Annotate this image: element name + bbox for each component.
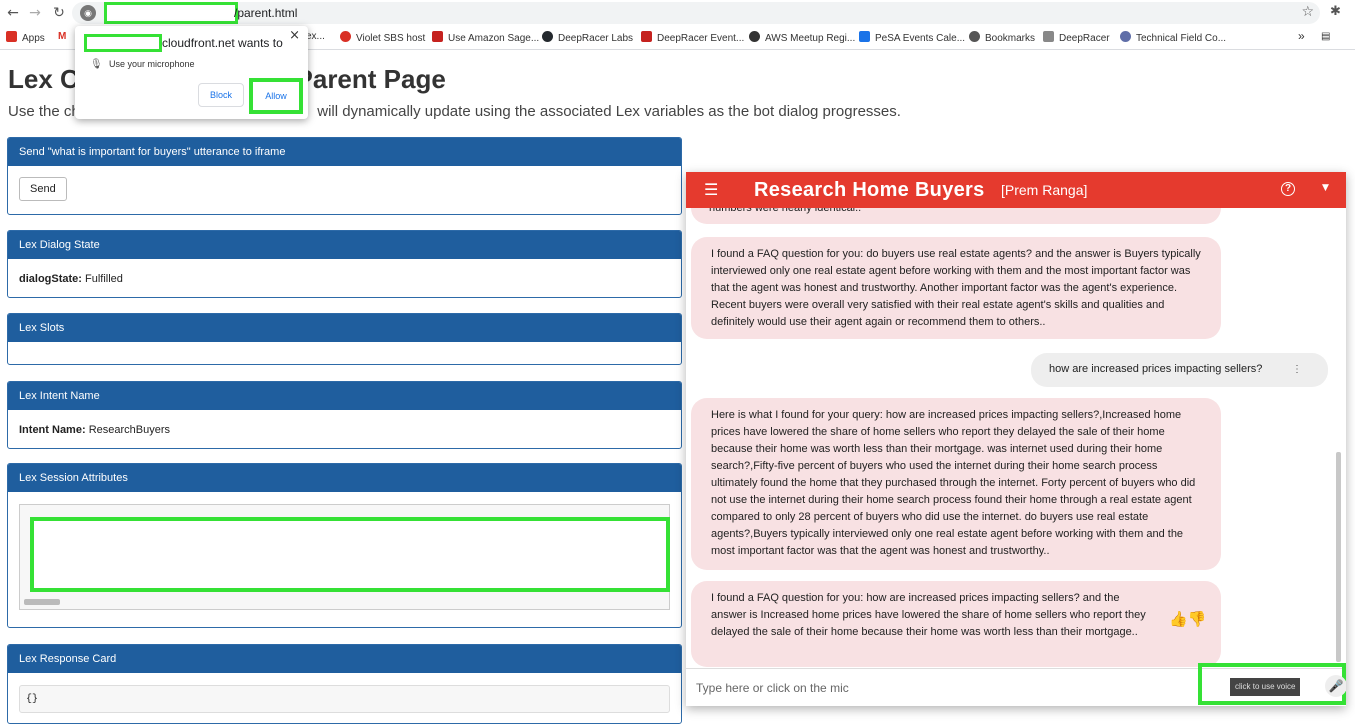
response-card-header: Lex Response Card: [8, 645, 681, 673]
reading-list-icon[interactable]: ▤: [1321, 31, 1330, 42]
bookmark-item[interactable]: PeSA Events Cale...: [859, 31, 965, 44]
chevron-down-icon[interactable]: ▼: [1322, 183, 1329, 193]
dialog-state-header: Lex Dialog State: [8, 231, 681, 259]
forward-icon[interactable]: →: [26, 4, 44, 22]
bot-message: I found a FAQ question for you: do buyer…: [691, 237, 1221, 339]
allow-button[interactable]: Allow: [257, 85, 295, 107]
bookmark-item[interactable]: DeepRacer Labs: [542, 31, 633, 44]
allow-highlight: Allow: [249, 78, 303, 114]
redacted-host: [84, 34, 162, 52]
gmail-icon[interactable]: M: [58, 31, 66, 42]
session-attributes-panel: Lex Session Attributes: [7, 463, 682, 628]
thumbs-down-icon[interactable]: 👎: [1188, 610, 1207, 628]
dialog-state-panel: Lex Dialog State dialogState: Fulfilled: [7, 230, 682, 298]
menu-icon[interactable]: ☰: [704, 180, 718, 199]
response-card-panel: Lex Response Card {}: [7, 644, 682, 724]
flag-icon: [641, 31, 652, 42]
dialog-state-key: dialogState:: [19, 273, 82, 285]
bookmark-item[interactable]: ex...: [306, 31, 325, 42]
bookmark-item[interactable]: Bookmarks: [969, 31, 1035, 44]
chat-input[interactable]: [696, 677, 1196, 699]
send-panel: Send "what is important for buyers" utte…: [7, 137, 682, 215]
session-attributes-textarea[interactable]: [19, 504, 670, 610]
voice-highlight: click to use voice 🎤: [1198, 663, 1346, 705]
bookmark-item[interactable]: Technical Field Co...: [1120, 31, 1226, 44]
microphone-permission-popup: cloudfront.net wants to × 🎙 Use your mic…: [75, 26, 308, 119]
chatbot-window: ☰ Research Home Buyers [Prem Ranga] ? ▼ …: [686, 172, 1346, 706]
site-info-icon[interactable]: ◉: [80, 5, 96, 21]
chat-scrollbar[interactable]: [1336, 452, 1341, 662]
chatbot-header: ☰ Research Home Buyers [Prem Ranga] ? ▼: [686, 172, 1346, 208]
block-button[interactable]: Block: [198, 83, 244, 107]
calendar-icon: [859, 31, 870, 42]
intent-header: Lex Intent Name: [8, 382, 681, 410]
bot-message: I found a FAQ question for you: how are …: [691, 581, 1221, 667]
chatbot-title: Research Home Buyers: [754, 179, 985, 201]
bookmark-folder[interactable]: DeepRacer: [1043, 31, 1110, 44]
microphone-icon[interactable]: 🎤: [1325, 675, 1346, 697]
permission-host-text: cloudfront.net wants to: [162, 36, 283, 50]
address-bar[interactable]: ◉ /parent.html ☆: [72, 2, 1320, 24]
bookmark-item[interactable]: DeepRacer Event...: [641, 31, 744, 44]
chat-input-bar: click to use voice 🎤: [686, 663, 1346, 706]
bookmark-item[interactable]: Violet SBS host: [340, 31, 425, 44]
feedback-icons: 👍👎: [1169, 611, 1206, 628]
thumbs-up-icon[interactable]: 👍: [1169, 610, 1188, 628]
folder-icon: [1043, 31, 1054, 42]
horizontal-scrollbar[interactable]: [24, 599, 60, 605]
github-icon: [542, 31, 553, 42]
intent-key: Intent Name:: [19, 424, 86, 436]
voice-tooltip: click to use voice: [1230, 678, 1301, 696]
meetup-icon: [749, 31, 760, 42]
more-options-icon[interactable]: ⋮: [1292, 361, 1302, 378]
permission-request-text: Use your microphone: [109, 59, 195, 69]
star-icon: [969, 31, 980, 42]
bookmark-item[interactable]: AWS Meetup Regi...: [749, 31, 855, 44]
slots-panel: Lex Slots: [7, 313, 682, 365]
bookmark-item[interactable]: Use Amazon Sage...: [432, 31, 539, 44]
redacted-host: [104, 2, 238, 24]
microphone-icon: 🎙: [90, 59, 103, 70]
response-card-value: {}: [19, 685, 670, 713]
apps-grid-icon: [6, 31, 17, 42]
slots-header: Lex Slots: [8, 314, 681, 342]
w-logo-icon: [1120, 31, 1131, 42]
extensions-icon[interactable]: ✱: [1330, 4, 1341, 19]
intent-value: ResearchBuyers: [88, 424, 171, 436]
send-panel-header: Send "what is important for buyers" utte…: [8, 138, 681, 166]
url-path: /parent.html: [234, 6, 298, 20]
back-icon[interactable]: ←: [4, 4, 22, 22]
hexagon-icon: [340, 31, 351, 42]
bookmark-item[interactable]: Apps: [6, 31, 45, 44]
browser-toolbar: ← → ↻ ◉ /parent.html ☆ ✱: [0, 0, 1355, 26]
session-attributes-header: Lex Session Attributes: [8, 464, 681, 492]
bookmarks-overflow-icon[interactable]: »: [1298, 29, 1305, 43]
user-message: how are increased prices impacting selle…: [1031, 353, 1328, 387]
message-list[interactable]: numbers were nearly identical.. I found …: [686, 208, 1338, 668]
chatbot-subtitle: [Prem Ranga]: [1001, 182, 1088, 198]
close-icon[interactable]: ×: [289, 28, 300, 43]
bot-message: Here is what I found for your query: how…: [691, 398, 1221, 570]
bot-message: numbers were nearly identical..: [691, 208, 1221, 224]
help-icon[interactable]: ?: [1281, 182, 1295, 196]
reload-icon[interactable]: ↻: [50, 4, 68, 22]
dialog-state-value: Fulfilled: [85, 273, 123, 285]
cube-icon: [432, 31, 443, 42]
bookmark-star-icon[interactable]: ☆: [1301, 4, 1314, 20]
redacted-content: [30, 517, 670, 592]
send-button[interactable]: Send: [19, 177, 67, 201]
intent-panel: Lex Intent Name Intent Name: ResearchBuy…: [7, 381, 682, 449]
